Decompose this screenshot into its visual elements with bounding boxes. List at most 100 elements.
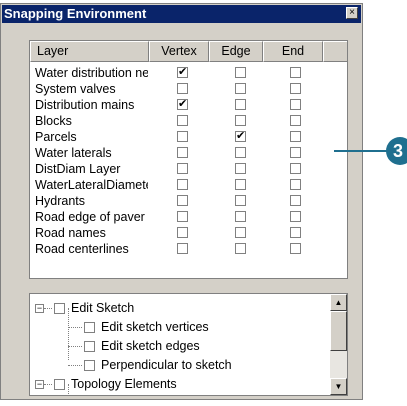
tree-group-label[interactable]: Topology Elements <box>71 376 177 392</box>
scroll-down-button[interactable]: ▼ <box>330 378 347 395</box>
tree-connector <box>68 365 82 366</box>
tree-checkbox[interactable] <box>54 303 65 314</box>
layer-name: Distribution mains <box>35 98 135 112</box>
vertical-scrollbar[interactable]: ▲ ▼ <box>330 294 347 395</box>
vertex-checkbox[interactable] <box>177 131 188 142</box>
tree-connector <box>68 308 69 360</box>
edge-checkbox[interactable] <box>235 115 246 126</box>
layer-name: DistDiam Layer <box>35 162 121 176</box>
column-header-vertex[interactable]: Vertex <box>149 41 209 62</box>
tree-group-label[interactable]: Edit Sketch <box>71 300 134 316</box>
column-header-filler <box>323 41 347 62</box>
tree-connector <box>68 346 82 347</box>
layer-name: Hydrants <box>35 194 86 208</box>
edge-checkbox[interactable] <box>235 227 246 238</box>
end-checkbox[interactable] <box>290 99 301 110</box>
end-checkbox[interactable] <box>290 67 301 78</box>
tree-connector <box>68 327 82 328</box>
vertex-checkbox[interactable] <box>177 179 188 190</box>
table-row[interactable]: WaterLateralDiamete <box>30 177 347 193</box>
table-row[interactable]: Hydrants <box>30 193 347 209</box>
scroll-thumb[interactable] <box>330 311 347 351</box>
vertex-checkbox[interactable] <box>177 83 188 94</box>
snapping-environment-window: Snapping Environment × Layer Vertex Edge… <box>0 3 363 400</box>
layer-name: Road centerlines <box>35 242 129 256</box>
tree-item-label[interactable]: Topology nodes <box>101 395 189 396</box>
table-row[interactable]: Distribution mains ✔ <box>30 97 347 113</box>
window-title: Snapping Environment <box>4 6 147 21</box>
close-button[interactable]: × <box>346 7 358 19</box>
column-header-layer[interactable]: Layer <box>30 41 149 62</box>
snapping-layer-table: Layer Vertex Edge End Water distribution… <box>29 40 348 279</box>
edge-checkbox[interactable] <box>235 83 246 94</box>
end-checkbox[interactable] <box>290 179 301 190</box>
edge-checkbox[interactable] <box>235 67 246 78</box>
table-row[interactable]: DistDiam Layer <box>30 161 347 177</box>
edge-checkbox[interactable] <box>235 163 246 174</box>
end-checkbox[interactable] <box>290 195 301 206</box>
scroll-down-icon: ▼ <box>334 382 343 391</box>
end-checkbox[interactable] <box>290 211 301 222</box>
table-row[interactable]: Blocks <box>30 113 347 129</box>
table-row[interactable]: Road edge of paver <box>30 209 347 225</box>
end-checkbox[interactable] <box>290 131 301 142</box>
vertex-checkbox[interactable] <box>177 115 188 126</box>
layer-name: Parcels <box>35 130 77 144</box>
tree-checkbox[interactable] <box>54 379 65 390</box>
end-checkbox[interactable] <box>290 115 301 126</box>
table-row[interactable]: Water distribution ne ✔ <box>30 65 347 81</box>
layer-name: System valves <box>35 82 116 96</box>
tree-checkbox[interactable] <box>84 341 95 352</box>
edge-checkbox[interactable] <box>235 243 246 254</box>
end-checkbox[interactable] <box>290 227 301 238</box>
layer-name: Water laterals <box>35 146 112 160</box>
scroll-up-button[interactable]: ▲ <box>330 294 347 311</box>
table-row[interactable]: Parcels ✔ <box>30 129 347 145</box>
layer-name: Water distribution ne <box>35 66 148 80</box>
column-header-edge[interactable]: Edge <box>209 41 263 62</box>
edge-checkbox[interactable] <box>235 211 246 222</box>
table-row[interactable]: Road centerlines <box>30 241 347 257</box>
close-icon: × <box>349 7 355 18</box>
edge-checkbox[interactable] <box>235 147 246 158</box>
layer-name: Blocks <box>35 114 72 128</box>
layer-name: WaterLateralDiamete <box>35 178 148 192</box>
title-bar[interactable]: Snapping Environment × <box>2 5 361 23</box>
table-row[interactable]: System valves <box>30 81 347 97</box>
vertex-checkbox[interactable] <box>177 227 188 238</box>
table-row[interactable]: Water laterals <box>30 145 347 161</box>
edge-checkbox[interactable] <box>235 179 246 190</box>
tree-connector <box>68 384 69 395</box>
column-header-end[interactable]: End <box>263 41 323 62</box>
layer-name: Road edge of paver <box>35 210 145 224</box>
end-checkbox[interactable] <box>290 147 301 158</box>
table-header: Layer Vertex Edge End <box>30 41 347 62</box>
tree-connector <box>44 384 52 385</box>
vertex-checkbox[interactable] <box>177 163 188 174</box>
end-checkbox[interactable] <box>290 163 301 174</box>
tree-item-label[interactable]: Perpendicular to sketch <box>101 357 232 373</box>
tree-checkbox[interactable] <box>84 322 95 333</box>
end-checkbox[interactable] <box>290 83 301 94</box>
tree-connector <box>44 308 52 309</box>
scroll-up-icon: ▲ <box>334 298 343 307</box>
tree-item-label[interactable]: Edit sketch edges <box>101 338 200 354</box>
vertex-checkbox[interactable] <box>177 147 188 158</box>
vertex-checkbox[interactable] <box>177 195 188 206</box>
edge-checkbox[interactable] <box>235 99 246 110</box>
callout-number-badge: 3 <box>386 137 407 165</box>
vertex-checkbox[interactable] <box>177 211 188 222</box>
tree-checkbox[interactable] <box>84 360 95 371</box>
snapping-tree-panel: − Edit Sketch Edit sketch vertices Edit ske… <box>29 293 348 396</box>
vertex-checkbox[interactable] <box>177 243 188 254</box>
tree-item-label[interactable]: Edit sketch vertices <box>101 319 209 335</box>
edge-checkbox[interactable] <box>235 195 246 206</box>
edge-checkbox[interactable]: ✔ <box>235 131 246 142</box>
tree-collapse-toggle[interactable]: − <box>35 304 44 313</box>
end-checkbox[interactable] <box>290 243 301 254</box>
table-row[interactable]: Road names <box>30 225 347 241</box>
layer-name: Road names <box>35 226 106 240</box>
tree-collapse-toggle[interactable]: − <box>35 380 44 389</box>
vertex-checkbox[interactable]: ✔ <box>177 67 188 78</box>
vertex-checkbox[interactable]: ✔ <box>177 99 188 110</box>
